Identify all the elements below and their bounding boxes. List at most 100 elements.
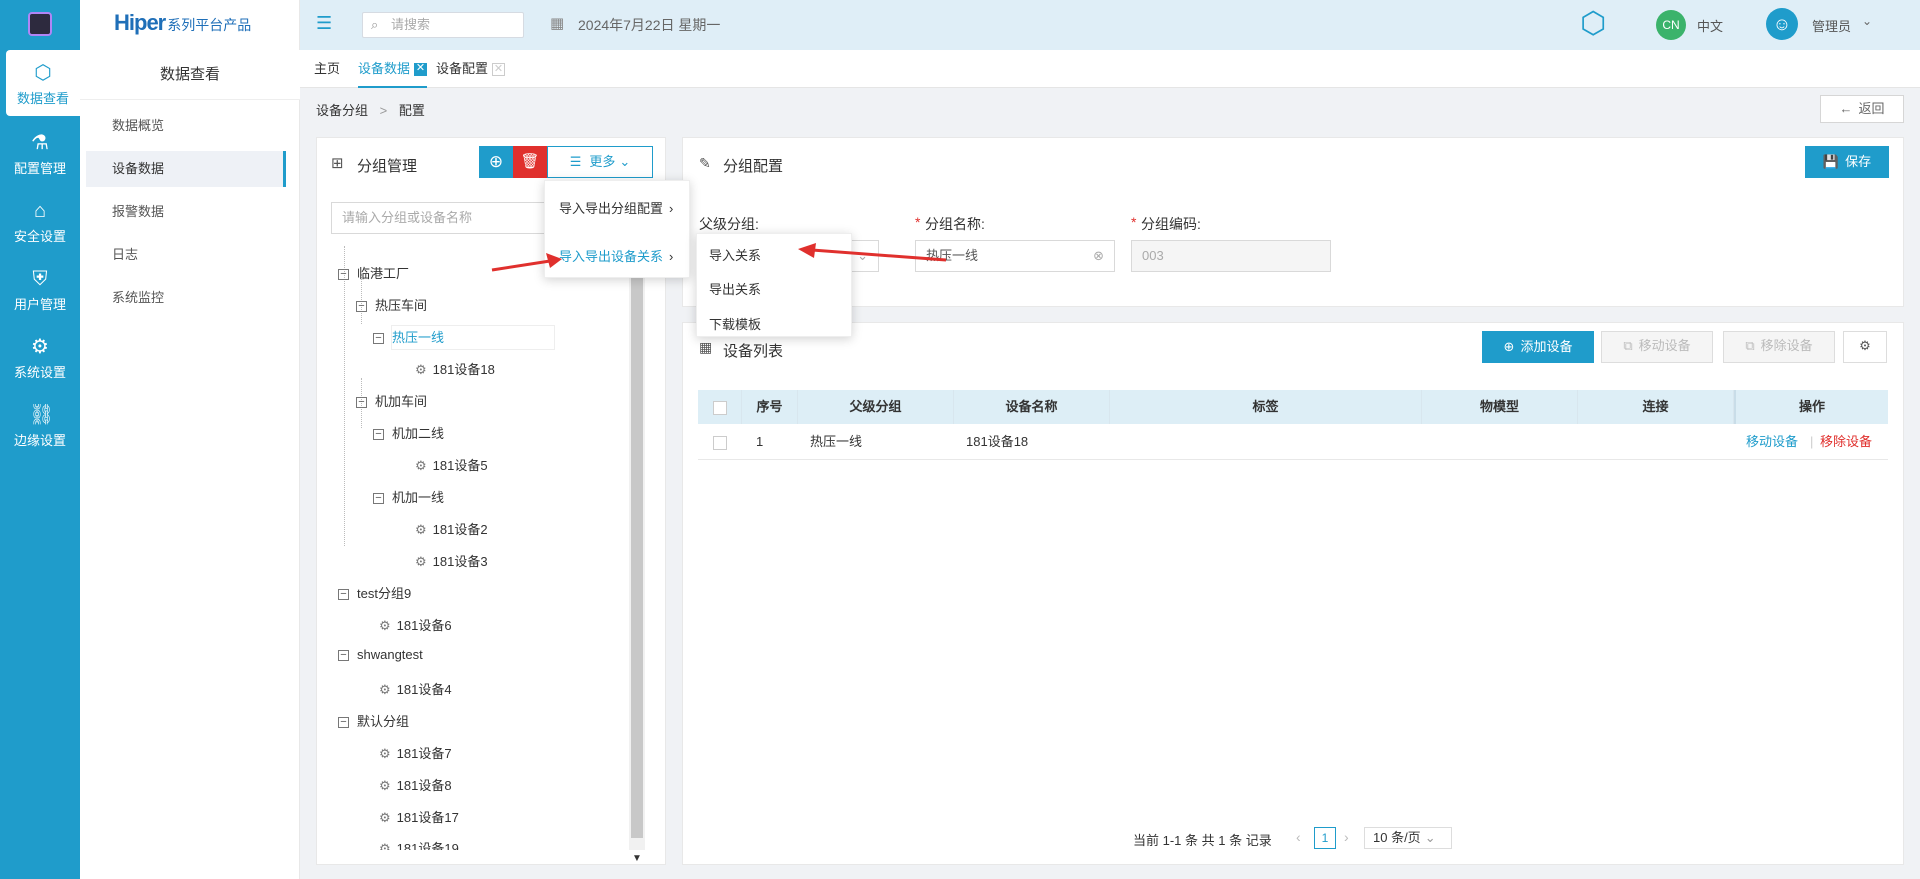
header-parent-group: 父级分组 [798, 390, 954, 424]
menu-item-export-relations[interactable]: 导出关系 [709, 279, 761, 298]
move-device-button[interactable]: ⧉ 移动设备 [1601, 331, 1713, 363]
rail-item-data-view[interactable]: ⬡ 数据查看 [6, 50, 80, 116]
user-name[interactable]: 管理员 [1812, 16, 1851, 35]
gear-icon: ⚙ [1859, 338, 1871, 353]
page-number-button[interactable]: 1 [1314, 827, 1336, 849]
move-icon: ⧉ [1623, 338, 1633, 353]
tree-node-device[interactable]: ⚙ 181设备8 [379, 775, 452, 794]
tab-home[interactable]: 主页 [314, 50, 340, 88]
tree-label: 181设备2 [432, 522, 488, 537]
language-label[interactable]: 中文 [1697, 16, 1723, 35]
pagination-summary: 当前 1-1 条 共 1 条 记录 [1133, 833, 1272, 848]
tree-node-group[interactable]: − 临港工厂 [338, 263, 409, 282]
menu-item-import-export-group-config[interactable]: 导入导出分组配置 › [559, 198, 673, 217]
breadcrumb-parent[interactable]: 设备分组 [316, 103, 368, 118]
rail-item-config[interactable]: ⚗ 配置管理 [0, 120, 80, 186]
menu-item-monitor[interactable]: 系统监控 [86, 280, 286, 316]
gear-icon: ⚙ [379, 618, 391, 633]
tab-device-config[interactable]: 设备配置 ✕ [436, 50, 506, 88]
menu-item-import-relations[interactable]: 导入关系 [709, 245, 761, 264]
menu-item-logs[interactable]: 日志 [86, 237, 286, 273]
chevron-right-icon: › [669, 201, 674, 216]
rail-item-users[interactable]: ⛨ 用户管理 [0, 256, 80, 322]
page-tabs: 主页 设备数据 ✕ 设备配置 ✕ [300, 50, 1920, 88]
tree-node-group[interactable]: − 机加车间 [356, 391, 427, 410]
tab-label: 主页 [314, 61, 341, 76]
rail-item-system[interactable]: ⚙ 系统设置 [0, 324, 80, 390]
collapse-icon: − [373, 333, 384, 345]
remove-device-button[interactable]: ⧉ 移除设备 [1723, 331, 1835, 363]
menu-item-import-export-device-relations[interactable]: 导入导出设备关系 › [559, 246, 673, 265]
cube-icon: ⬡ [34, 62, 52, 84]
brand-tagline: 系列平台产品 [167, 17, 252, 33]
tree-node-group-selected[interactable]: − 热压一线 [373, 326, 555, 349]
app-logo [28, 12, 52, 36]
close-icon[interactable]: ✕ [414, 63, 428, 77]
gear-icon: ⚙ [379, 810, 391, 825]
gear-icon: ⚙ [379, 841, 391, 850]
table-settings-button[interactable]: ⚙ [1843, 331, 1887, 363]
tree-node-device[interactable]: ⚙ 181设备5 [415, 455, 488, 474]
brand: Hiper 系列平台产品 [114, 10, 251, 36]
move-device-link[interactable]: 移动设备 [1746, 425, 1798, 459]
tree-node-group[interactable]: − 热压车间 [356, 295, 427, 314]
tree-node-device[interactable]: ⚙ 181设备4 [379, 679, 452, 698]
tree-node-device[interactable]: ⚙ 181设备6 [379, 615, 452, 634]
add-device-button[interactable]: ⊕ 添加设备 [1482, 331, 1594, 363]
tree-node-group[interactable]: − 默认分组 [338, 711, 409, 730]
close-icon[interactable]: ✕ [492, 63, 506, 77]
add-group-button[interactable]: ⊕ [479, 146, 513, 178]
user-avatar-icon[interactable]: ☺ [1766, 8, 1798, 40]
chevron-down-icon[interactable]: ⌄ [1862, 14, 1872, 28]
prev-page-icon[interactable]: ‹ [1296, 829, 1301, 845]
save-button[interactable]: 💾 保存 [1805, 146, 1889, 178]
tab-device-data[interactable]: 设备数据 ✕ [358, 50, 428, 88]
rail-item-edge[interactable]: ⛓ 边缘设置 [0, 392, 80, 458]
tree-node-device[interactable]: ⚙ 181设备2 [415, 519, 488, 538]
menu-item-device-data[interactable]: 设备数据 [86, 151, 286, 187]
search-placeholder: 请搜索 [391, 17, 431, 32]
language-badge[interactable]: CN [1656, 10, 1686, 40]
page-size-select[interactable]: 10 条/页 ⌄ [1364, 827, 1452, 849]
breadcrumb-current: 配置 [398, 103, 425, 118]
tree-label: 机加一线 [392, 490, 445, 505]
tree-node-group[interactable]: − shwangtest [338, 647, 423, 662]
tree-node-device[interactable]: ⚙ 181设备7 [379, 743, 452, 762]
remove-icon: ⧉ [1745, 338, 1755, 353]
header-checkbox[interactable] [698, 390, 742, 424]
scroll-down-icon[interactable]: ▼ [632, 853, 642, 864]
search-icon: ⌕ [371, 17, 379, 32]
list-icon: ☰ [569, 154, 582, 169]
row-checkbox[interactable] [698, 425, 742, 459]
cell-device-name: 181设备18 [966, 434, 1029, 449]
user-shield-icon: ⛨ [32, 268, 48, 290]
menu-toggle-icon[interactable]: ☰ [316, 13, 332, 34]
menu-item-alarms[interactable]: 报警数据 [86, 194, 286, 230]
header-thing-model: 物模型 [1422, 390, 1578, 424]
global-search-input[interactable]: ⌕ 请搜索 [362, 12, 524, 38]
tree-node-device[interactable]: ⚙ 181设备17 [379, 807, 459, 826]
menu-item-overview[interactable]: 数据概览 [86, 108, 286, 144]
delete-group-button[interactable]: 🗑 [513, 146, 547, 178]
rail-item-security[interactable]: ⌂ 安全设置 [0, 188, 80, 254]
tree-node-device[interactable]: ⚙ 181设备18 [415, 359, 495, 378]
tree-node-device[interactable]: ⚙ 181设备19 [379, 838, 459, 850]
menu-title: 数据查看 [80, 50, 300, 100]
tree-scrollbar[interactable]: ▼ [629, 278, 645, 864]
clear-icon[interactable]: ⊗ [1093, 241, 1104, 271]
more-button[interactable]: ☰ 更多 ⌄ [547, 146, 653, 178]
tree-node-group[interactable]: − test分组9 [338, 583, 411, 602]
menu-item-download-template[interactable]: 下载模板 [709, 314, 761, 333]
next-page-icon[interactable]: › [1344, 829, 1349, 845]
tree-node-device[interactable]: ⚙ 181设备3 [415, 551, 488, 570]
remove-device-link[interactable]: 移除设备 [1820, 425, 1872, 459]
gear-icon: ⚙ [415, 458, 427, 473]
help-shield-icon[interactable]: ⬡ [1580, 6, 1606, 41]
tree-node-group[interactable]: − 机加二线 [373, 423, 444, 442]
collapse-icon: − [373, 429, 384, 441]
tree-node-group[interactable]: − 机加一线 [373, 487, 444, 506]
collapse-icon: − [338, 717, 349, 729]
back-button[interactable]: ← 返回 [1820, 95, 1904, 123]
tree-label: 机加二线 [392, 426, 445, 441]
chevron-right-icon: › [669, 249, 674, 264]
